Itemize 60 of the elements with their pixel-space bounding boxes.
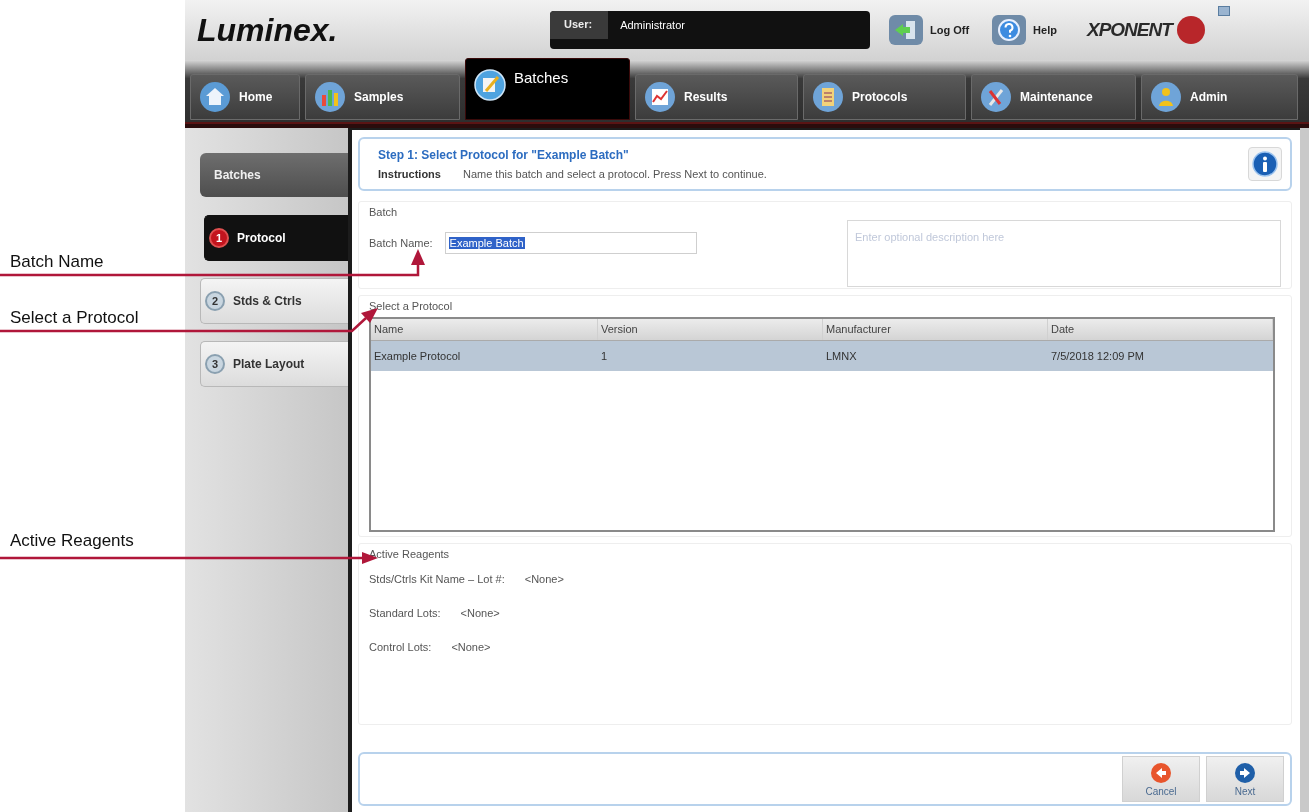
line-chart-icon: [644, 81, 676, 113]
column-header[interactable]: Manufacturer: [823, 319, 1048, 340]
callout-label: Active Reagents: [10, 531, 134, 551]
reagent-label: Standard Lots:: [369, 607, 441, 619]
info-button[interactable]: [1248, 147, 1282, 181]
instructions-text: Name this batch and select a protocol. Press Next to continue.: [462, 168, 767, 180]
step-tab[interactable]: 1 Protocol: [204, 215, 348, 261]
user-label: User:: [550, 11, 609, 39]
nav-tab[interactable]: Maintenance: [971, 74, 1136, 120]
nav-tab[interactable]: Protocols: [803, 74, 966, 120]
help-button[interactable]: Help: [991, 14, 1057, 46]
reagent-label: Control Lots:: [369, 641, 432, 653]
table-cell-text: Example Protocol: [373, 350, 462, 362]
reagent-value: <None>: [451, 641, 491, 653]
step-tab[interactable]: 3 Plate Layout: [200, 341, 348, 387]
wrench-icon: [980, 81, 1012, 113]
description-field[interactable]: Enter optional description here: [847, 220, 1281, 287]
reagent-value: <None>: [524, 573, 564, 585]
nav-tab[interactable]: Admin: [1141, 74, 1298, 120]
log-off-button[interactable]: Log Off: [888, 14, 970, 46]
nav-tab[interactable]: Samples: [305, 74, 460, 120]
group-label: Batch: [369, 206, 399, 218]
step-tab[interactable]: 2 Stds & Ctrls: [200, 278, 348, 324]
logo: Luminex.: [197, 11, 339, 49]
bar-chart-icon: [314, 81, 346, 113]
nav-tab[interactable]: Batches: [465, 58, 630, 120]
question-mark-icon: [991, 14, 1028, 46]
brand-logo: XPONENT: [1086, 19, 1172, 41]
step-number: 2: [205, 291, 225, 311]
house-icon: [199, 81, 231, 113]
reagent-value: <None>: [460, 607, 500, 619]
batch-name-field[interactable]: Example Batch: [444, 232, 697, 254]
nav-tab[interactable]: Home: [190, 74, 300, 120]
step-number: 1: [209, 228, 229, 248]
table-row[interactable]: Example Protocol 1 LMNX 7/5/2018 12:09 PM: [371, 341, 1273, 371]
sidebar-header[interactable]: Batches: [200, 153, 348, 197]
nav-tab[interactable]: Results: [635, 74, 798, 120]
step-title: Step 1: Select Protocol for "Example Batch": [378, 148, 630, 162]
column-header[interactable]: Version: [598, 319, 823, 340]
callout-label: Select a Protocol: [10, 308, 139, 328]
step-number: 3: [205, 354, 225, 374]
group-label: Active Reagents: [369, 548, 451, 560]
round-emblem-icon: [1175, 15, 1206, 45]
column-header[interactable]: Date: [1048, 319, 1273, 340]
next-button[interactable]: Next: [1206, 756, 1284, 802]
reagent-label: Stds/Ctrls Kit Name – Lot #:: [369, 573, 505, 585]
pencil-icon: [474, 69, 506, 101]
field-label: Batch Name:: [369, 237, 433, 249]
person-icon: [1150, 81, 1182, 113]
document-icon: [812, 81, 844, 113]
callout-label: Batch Name: [10, 252, 104, 272]
group-label: Select a Protocol: [369, 300, 454, 312]
info-icon: [1252, 151, 1278, 177]
user-name: Administrator: [619, 18, 686, 33]
instructions-label: Instructions: [378, 168, 441, 180]
table-cell-text: 7/5/2018 12:09 PM: [1050, 350, 1145, 362]
cancel-button[interactable]: Cancel: [1122, 756, 1200, 802]
table-cell-text: LMNX: [825, 350, 858, 362]
minimize-icon: [1217, 6, 1230, 16]
table-cell-text: 1: [600, 350, 609, 362]
